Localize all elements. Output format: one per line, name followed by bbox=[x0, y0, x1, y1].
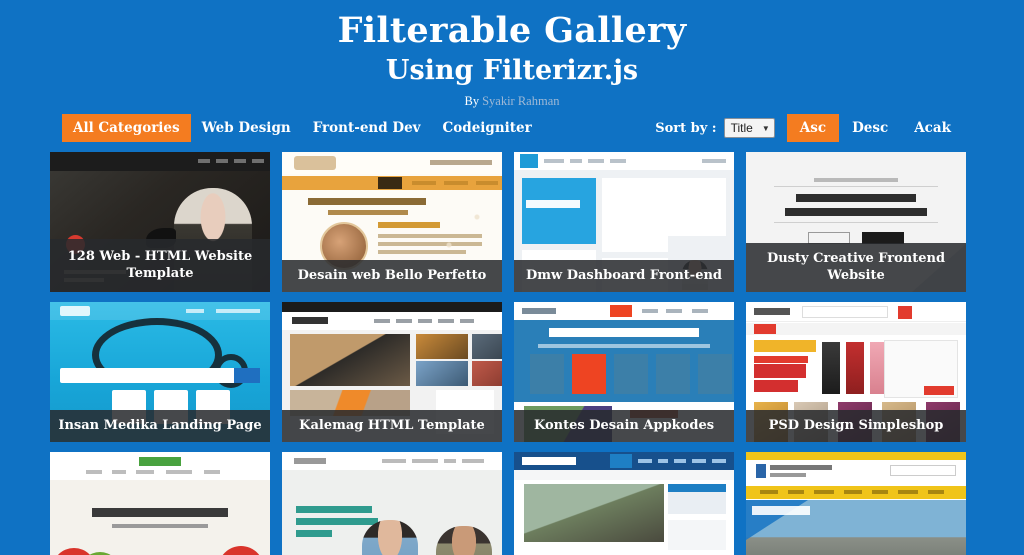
gallery-grid: 128 Web - HTML Website Template Desain w… bbox=[0, 152, 1024, 555]
gallery-item-caption: PSD Design Simpleshop bbox=[746, 410, 966, 442]
gallery-item[interactable]: 128 Web - HTML Website Template bbox=[50, 152, 270, 292]
filter-all-categories[interactable]: All Categories bbox=[62, 113, 191, 143]
gallery-item[interactable]: PSD Design Simpleshop bbox=[746, 302, 966, 442]
sort-controls: Sort by : Title ▼ Asc Desc Acak bbox=[655, 113, 964, 143]
gallery-item-caption: Kontes Desain Appkodes bbox=[514, 410, 734, 442]
byline: By Syakir Rahman bbox=[0, 94, 1024, 109]
gallery-item-thumbnail bbox=[50, 452, 270, 555]
sort-field-select[interactable]: Title ▼ bbox=[723, 118, 775, 138]
controls-bar: All Categories Web Design Front-end Dev … bbox=[0, 113, 1024, 143]
gallery-item[interactable]: Kalemag HTML Template bbox=[282, 302, 502, 442]
sort-by-label: Sort by : bbox=[655, 120, 717, 136]
sort-desc-button[interactable]: Desc bbox=[839, 114, 901, 142]
byline-prefix: By bbox=[464, 94, 480, 109]
gallery-item-caption: Desain web Bello Perfetto bbox=[282, 260, 502, 292]
sort-field-value: Title bbox=[730, 121, 753, 135]
gallery-item[interactable]: Kontes Desain Appkodes bbox=[514, 302, 734, 442]
gallery-item-caption: 128 Web - HTML Website Template bbox=[50, 238, 270, 292]
gallery-item-caption: Dusty Creative Frontend Website bbox=[746, 242, 966, 292]
gallery-item[interactable] bbox=[746, 452, 966, 555]
gallery-page: Filterable Gallery Using Filterizr.js By… bbox=[0, 0, 1024, 555]
gallery-item-caption: Dmw Dashboard Front-end bbox=[514, 260, 734, 292]
gallery-item-caption: Insan Medika Landing Page bbox=[50, 410, 270, 442]
author-link[interactable]: Syakir Rahman bbox=[482, 94, 559, 108]
page-subtitle: Using Filterizr.js bbox=[385, 55, 639, 87]
gallery-item-thumbnail bbox=[282, 452, 502, 555]
gallery-item[interactable]: Insan Medika Landing Page bbox=[50, 302, 270, 442]
gallery-item-thumbnail bbox=[514, 452, 734, 555]
gallery-item-caption: Kalemag HTML Template bbox=[282, 410, 502, 442]
gallery-item[interactable] bbox=[514, 452, 734, 555]
sort-acak-button[interactable]: Acak bbox=[901, 114, 964, 142]
gallery-item-thumbnail bbox=[746, 452, 966, 555]
sort-asc-button[interactable]: Asc bbox=[786, 113, 840, 143]
gallery-item[interactable]: Direct Trading Untuk Petani bbox=[50, 452, 270, 555]
filter-web-design[interactable]: Web Design bbox=[191, 114, 302, 142]
gallery-item[interactable]: Dmw Dashboard Front-end bbox=[514, 152, 734, 292]
chevron-down-icon: ▼ bbox=[761, 123, 770, 133]
filter-buttons: All Categories Web Design Front-end Dev … bbox=[62, 113, 543, 143]
gallery-item[interactable]: Desain web Bello Perfetto bbox=[282, 152, 502, 292]
filter-front-end-dev[interactable]: Front-end Dev bbox=[302, 114, 432, 142]
page-header: Filterable Gallery Using Filterizr.js By… bbox=[0, 0, 1024, 109]
filter-codeigniter[interactable]: Codeigniter bbox=[432, 114, 543, 142]
gallery-item[interactable] bbox=[282, 452, 502, 555]
page-title: Filterable Gallery bbox=[337, 10, 687, 51]
gallery-item[interactable]: Dusty Creative Frontend Website bbox=[746, 152, 966, 292]
